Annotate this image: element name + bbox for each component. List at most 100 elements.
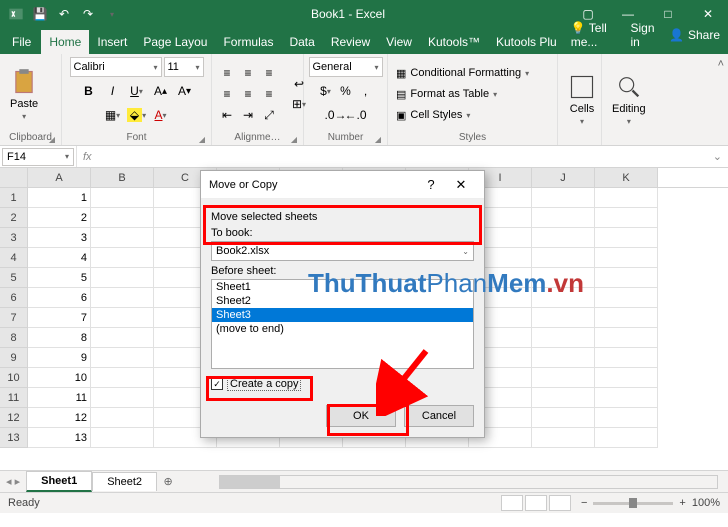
comma-button[interactable]: , — [357, 81, 375, 101]
font-name-select[interactable]: Calibri▾ — [70, 57, 162, 77]
cell[interactable] — [532, 328, 595, 348]
cell[interactable]: 3 — [28, 228, 91, 248]
row-header[interactable]: 2 — [0, 208, 28, 228]
row-header[interactable]: 1 — [0, 188, 28, 208]
decrease-decimal-button[interactable]: ←.0 — [347, 105, 365, 125]
number-format-select[interactable]: General▾ — [309, 57, 383, 77]
to-book-select[interactable]: Book2.xlsx⌄ — [211, 241, 474, 261]
cell[interactable] — [91, 268, 154, 288]
cell[interactable] — [91, 208, 154, 228]
list-option-selected[interactable]: Sheet3 — [212, 308, 473, 322]
cell[interactable] — [595, 248, 658, 268]
bold-button[interactable]: B — [78, 81, 100, 101]
paste-button[interactable]: Paste ▾ — [6, 66, 42, 123]
font-color-button[interactable]: A▾ — [150, 105, 172, 125]
cell[interactable] — [532, 208, 595, 228]
cell[interactable] — [91, 228, 154, 248]
name-box[interactable]: F14▾ — [2, 148, 74, 166]
cell[interactable] — [91, 288, 154, 308]
qat-customize-icon[interactable]: ▾ — [102, 4, 122, 24]
cell[interactable]: 8 — [28, 328, 91, 348]
cell[interactable] — [595, 208, 658, 228]
row-header[interactable]: 6 — [0, 288, 28, 308]
tab-kutools[interactable]: Kutools™ — [420, 30, 488, 54]
expand-icon[interactable]: ◢ — [199, 135, 205, 144]
percent-button[interactable]: % — [337, 81, 355, 101]
cell[interactable] — [595, 268, 658, 288]
italic-button[interactable]: I — [102, 81, 124, 101]
sheet-tab-1[interactable]: Sheet1 — [26, 471, 92, 492]
formula-input[interactable]: fx — [76, 146, 707, 167]
col-header[interactable]: K — [595, 168, 658, 187]
save-icon[interactable]: 💾 — [30, 4, 50, 24]
cancel-button[interactable]: Cancel — [404, 405, 474, 427]
increase-font-button[interactable]: A▴ — [150, 81, 172, 101]
cell[interactable] — [595, 388, 658, 408]
align-top-button[interactable]: ≡ — [218, 63, 236, 83]
orientation-button[interactable]: ⤢ — [260, 105, 278, 125]
cell[interactable] — [595, 368, 658, 388]
underline-button[interactable]: U▾ — [126, 81, 148, 101]
file-tab[interactable]: File — [2, 30, 41, 54]
cell[interactable] — [532, 288, 595, 308]
cell[interactable] — [532, 188, 595, 208]
cell[interactable] — [532, 408, 595, 428]
cell-styles-button[interactable]: ▣Cell Styles▾ — [394, 105, 531, 125]
dialog-title-bar[interactable]: Move or Copy ? ✕ — [201, 171, 484, 199]
cells-button[interactable]: Cells▾ — [564, 71, 600, 128]
tab-view[interactable]: View — [378, 30, 420, 54]
cell[interactable] — [595, 188, 658, 208]
align-right-button[interactable]: ≡ — [260, 84, 278, 104]
row-header[interactable]: 5 — [0, 268, 28, 288]
row-header[interactable]: 10 — [0, 368, 28, 388]
cell[interactable]: 4 — [28, 248, 91, 268]
col-header[interactable]: J — [532, 168, 595, 187]
cell[interactable] — [532, 348, 595, 368]
create-copy-checkbox[interactable]: ✓ Create a copy — [211, 377, 474, 391]
col-header[interactable]: B — [91, 168, 154, 187]
cell[interactable] — [91, 388, 154, 408]
sign-in[interactable]: Sign in — [624, 16, 663, 54]
new-sheet-button[interactable]: ⊕ — [157, 475, 179, 488]
conditional-formatting-button[interactable]: ▦Conditional Formatting▾ — [394, 63, 531, 83]
cell[interactable]: 13 — [28, 428, 91, 448]
cell[interactable]: 10 — [28, 368, 91, 388]
tab-kutools-plus[interactable]: Kutools Plu — [488, 30, 565, 54]
tab-insert[interactable]: Insert — [89, 30, 135, 54]
decrease-font-button[interactable]: A▾ — [174, 81, 196, 101]
cell[interactable] — [595, 328, 658, 348]
align-middle-button[interactable]: ≡ — [239, 63, 257, 83]
align-left-button[interactable]: ≡ — [218, 84, 236, 104]
cell[interactable] — [91, 408, 154, 428]
row-header[interactable]: 11 — [0, 388, 28, 408]
col-header[interactable]: A — [28, 168, 91, 187]
cell[interactable]: 12 — [28, 408, 91, 428]
share-button[interactable]: 👤Share — [663, 23, 726, 47]
cell[interactable] — [91, 308, 154, 328]
decrease-indent-button[interactable]: ⇤ — [218, 105, 236, 125]
tab-formulas[interactable]: Formulas — [215, 30, 281, 54]
cell[interactable] — [595, 428, 658, 448]
cell[interactable]: 1 — [28, 188, 91, 208]
row-header[interactable]: 8 — [0, 328, 28, 348]
cell[interactable]: 7 — [28, 308, 91, 328]
cell[interactable]: 2 — [28, 208, 91, 228]
cell[interactable]: 5 — [28, 268, 91, 288]
cell[interactable] — [532, 368, 595, 388]
tab-data[interactable]: Data — [281, 30, 322, 54]
cell[interactable] — [91, 328, 154, 348]
accounting-button[interactable]: $▾ — [317, 81, 335, 101]
cell[interactable] — [91, 428, 154, 448]
list-option[interactable]: Sheet1 — [212, 280, 473, 294]
horizontal-scrollbar[interactable] — [219, 475, 718, 489]
align-center-button[interactable]: ≡ — [239, 84, 257, 104]
list-option[interactable]: (move to end) — [212, 322, 473, 336]
cell[interactable] — [532, 248, 595, 268]
page-break-view-button[interactable] — [549, 495, 571, 511]
zoom-out-button[interactable]: − — [581, 497, 587, 509]
tab-page-layout[interactable]: Page Layou — [135, 30, 215, 54]
cell[interactable] — [91, 188, 154, 208]
zoom-in-button[interactable]: + — [679, 497, 685, 509]
font-size-select[interactable]: 11▾ — [164, 57, 204, 77]
expand-icon[interactable]: ◢ — [291, 135, 297, 144]
